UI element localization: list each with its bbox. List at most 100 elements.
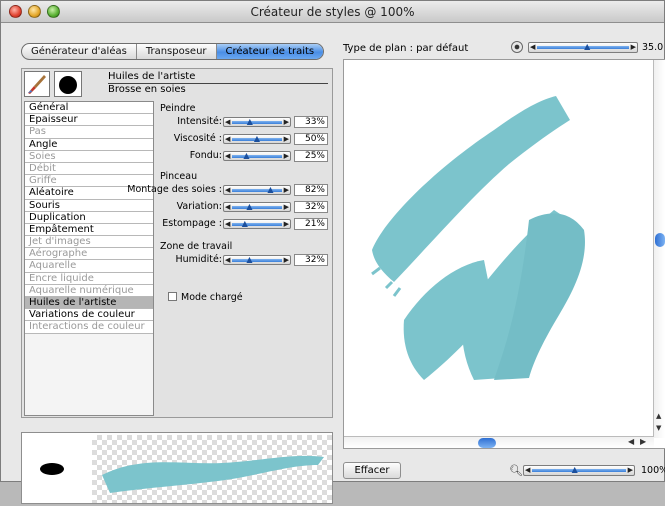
row-clumpiness: Estompage : ◀ ▲ ▶ 21% xyxy=(158,217,330,231)
dirty-mode-row[interactable]: Mode chargé xyxy=(168,292,243,303)
scratch-pad-canvas[interactable] xyxy=(344,60,654,438)
slider-left-arrow-icon[interactable]: ◀ xyxy=(525,466,530,474)
slider-left-arrow-icon[interactable]: ◀ xyxy=(225,186,230,194)
zoom-value: 100% xyxy=(641,465,665,476)
category-mouse[interactable]: Souris xyxy=(25,199,153,212)
category-angle[interactable]: Angle xyxy=(25,138,153,151)
slider-right-arrow-icon[interactable]: ▶ xyxy=(284,186,289,194)
slider-knob-icon[interactable]: ▲ xyxy=(246,117,254,126)
brush-category-button[interactable] xyxy=(24,71,50,97)
intensity-slider[interactable]: ◀ ▲ ▶ xyxy=(223,117,291,127)
plan-radio-button[interactable] xyxy=(511,41,523,53)
slider-left-arrow-icon[interactable]: ◀ xyxy=(225,256,230,264)
dab-type-button[interactable] xyxy=(54,71,82,97)
slider-track xyxy=(232,155,282,158)
clumpiness-value[interactable]: 21% xyxy=(294,218,328,230)
variation-label: Variation: xyxy=(176,201,222,212)
slider-track xyxy=(232,206,282,209)
blend-value[interactable]: 25% xyxy=(294,150,328,162)
slider-right-arrow-icon[interactable]: ▶ xyxy=(284,256,289,264)
variation-value[interactable]: 32% xyxy=(294,201,328,213)
category-spacing[interactable]: Pas xyxy=(25,126,153,139)
slider-knob-icon[interactable]: ▲ xyxy=(253,134,261,143)
variation-slider[interactable]: ◀ ▲ ▶ xyxy=(223,202,291,212)
slider-track xyxy=(232,259,282,262)
slider-knob-icon[interactable]: ▲ xyxy=(245,202,253,211)
blend-slider[interactable]: ◀ ▲ ▶ xyxy=(223,151,291,161)
horizontal-scrollbar[interactable]: ◀ ▶ xyxy=(344,436,654,448)
category-size[interactable]: Epaisseur xyxy=(25,114,153,127)
slider-left-arrow-icon[interactable]: ◀ xyxy=(225,118,230,126)
slider-right-arrow-icon[interactable]: ▶ xyxy=(631,43,636,51)
clear-button[interactable]: Effacer xyxy=(343,462,401,479)
brush-variant[interactable]: Brosse en soies xyxy=(108,83,328,96)
slider-knob-icon[interactable]: ▲ xyxy=(266,185,274,194)
category-digital-watercolor[interactable]: Aquarelle numérique xyxy=(25,284,153,297)
brush-names: Huiles de l'artiste Brosse en soies xyxy=(108,71,328,96)
slider-right-arrow-icon[interactable]: ▶ xyxy=(284,118,289,126)
slider-left-arrow-icon[interactable]: ◀ xyxy=(530,43,535,51)
magnifier-icon: 🔍︎ xyxy=(509,464,523,477)
category-bristle[interactable]: Soies xyxy=(25,150,153,163)
bristling-value[interactable]: 82% xyxy=(294,184,328,196)
title-bar[interactable]: Créateur de styles @ 100% xyxy=(1,1,664,23)
intensity-value[interactable]: 33% xyxy=(294,116,328,128)
plan-type-label: Type de plan : par défaut xyxy=(343,43,469,54)
slider-track xyxy=(232,223,282,226)
settings-panel: Peindre Intensité: ◀ ▲ ▶ 33% Viscosité :… xyxy=(127,101,330,416)
category-image-hose[interactable]: Jet d'images xyxy=(25,236,153,249)
slider-left-arrow-icon[interactable]: ◀ xyxy=(225,203,230,211)
slider-right-arrow-icon[interactable]: ▶ xyxy=(284,203,289,211)
row-viscosity: Viscosité : ◀ ▲ ▶ 50% xyxy=(158,132,330,146)
category-watercolor[interactable]: Aquarelle xyxy=(25,260,153,273)
slider-knob-icon[interactable]: ▲ xyxy=(245,255,253,264)
scroll-right-arrow-icon[interactable]: ▶ xyxy=(640,437,646,446)
viscosity-value[interactable]: 50% xyxy=(294,133,328,145)
category-general[interactable]: Général xyxy=(25,102,153,115)
tab-stroke-designer[interactable]: Créateur de traits xyxy=(216,44,324,59)
tab-transposer[interactable]: Transposeur xyxy=(137,44,217,59)
horizontal-scroll-thumb[interactable] xyxy=(478,438,496,448)
slider-right-arrow-icon[interactable]: ▶ xyxy=(284,135,289,143)
wetness-slider[interactable]: ◀ ▲ ▶ xyxy=(223,255,291,265)
vertical-scroll-thumb[interactable] xyxy=(655,233,665,247)
brush-header: Huiles de l'artiste Brosse en soies xyxy=(24,71,330,97)
category-cloning[interactable]: Duplication xyxy=(25,211,153,224)
viscosity-slider[interactable]: ◀ ▲ ▶ xyxy=(223,134,291,144)
clumpiness-label: Estompage : xyxy=(162,218,222,229)
window-title: Créateur de styles @ 100% xyxy=(250,5,415,19)
brush-category[interactable]: Huiles de l'artiste xyxy=(108,71,328,83)
category-liquid-ink[interactable]: Encre liquide xyxy=(25,272,153,285)
tab-bar: Générateur d'aléas Transposeur Créateur … xyxy=(21,43,325,60)
category-flow[interactable]: Débit xyxy=(25,162,153,176)
category-impasto[interactable]: Empâtement xyxy=(25,223,153,237)
slider-right-arrow-icon[interactable]: ▶ xyxy=(284,152,289,160)
category-color-variability[interactable]: Variations de couleur xyxy=(25,309,153,322)
zoom-slider[interactable]: ◀ ▲ ▶ xyxy=(523,465,635,476)
vertical-scrollbar[interactable]: ▲ ▼ xyxy=(653,60,665,438)
scroll-down-arrow-icon[interactable]: ▼ xyxy=(656,424,661,432)
slider-left-arrow-icon[interactable]: ◀ xyxy=(225,152,230,160)
slider-knob-icon[interactable]: ▲ xyxy=(241,219,249,228)
category-color-expression[interactable]: Interactions de couleur xyxy=(25,321,153,334)
clumpiness-slider[interactable]: ◀ ▲ ▶ xyxy=(223,219,291,229)
bristling-slider[interactable]: ◀ ▲ ▶ xyxy=(223,185,291,195)
slider-right-arrow-icon[interactable]: ▶ xyxy=(628,466,633,474)
wetness-value[interactable]: 32% xyxy=(294,254,328,266)
scroll-up-arrow-icon[interactable]: ▲ xyxy=(656,412,661,420)
category-airbrush[interactable]: Aérographe xyxy=(25,248,153,261)
slider-track xyxy=(532,469,626,472)
dirty-mode-checkbox[interactable] xyxy=(168,292,177,301)
slider-right-arrow-icon[interactable]: ▶ xyxy=(284,220,289,228)
scroll-left-arrow-icon[interactable]: ◀ xyxy=(628,437,634,446)
category-artists-oils[interactable]: Huiles de l'artiste xyxy=(25,297,153,310)
slider-left-arrow-icon[interactable]: ◀ xyxy=(225,135,230,143)
slider-left-arrow-icon[interactable]: ◀ xyxy=(225,220,230,228)
plan-slider[interactable]: ◀ ▲ ▶ xyxy=(528,42,638,53)
slider-knob-icon[interactable]: ▲ xyxy=(243,151,251,160)
slider-knob-icon[interactable]: ▲ xyxy=(571,465,579,474)
section-brush-title: Pinceau xyxy=(160,171,198,182)
slider-knob-icon[interactable]: ▲ xyxy=(583,42,591,51)
section-canvas-title: Zone de travail xyxy=(160,241,233,252)
tab-randomizer[interactable]: Générateur d'aléas xyxy=(22,44,137,59)
